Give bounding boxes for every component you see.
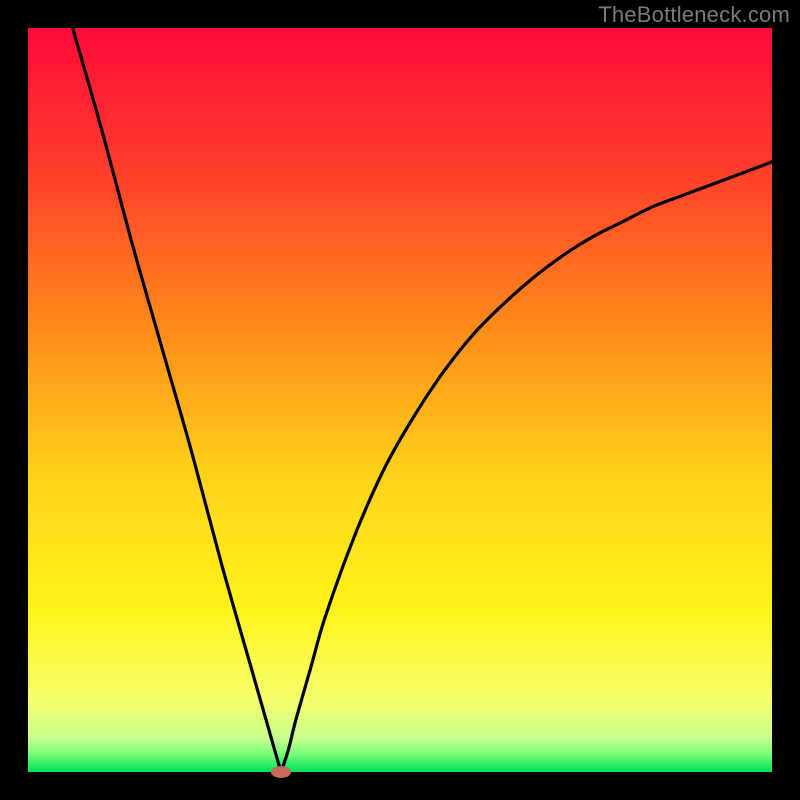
optimal-point-marker [271, 766, 291, 778]
plot-background [28, 28, 772, 772]
chart-frame: TheBottleneck.com [0, 0, 800, 800]
watermark-text: TheBottleneck.com [598, 2, 790, 28]
bottleneck-chart [0, 0, 800, 800]
